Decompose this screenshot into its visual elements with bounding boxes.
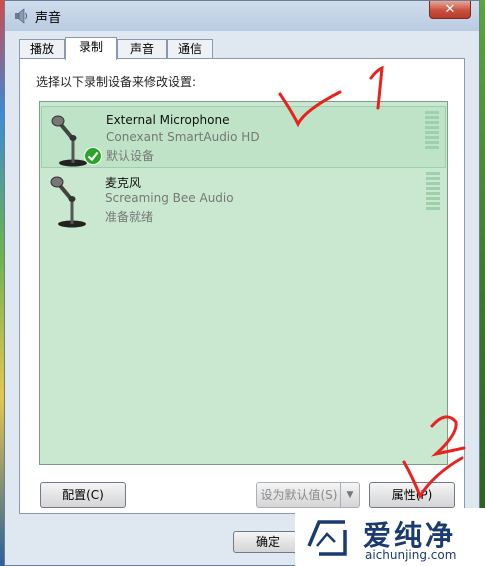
default-check-icon (84, 147, 102, 165)
microphone-icon (50, 176, 86, 228)
title-bar[interactable]: 声音 ✕ (5, 1, 479, 31)
device-item-external-microphone[interactable]: External Microphone Conexant SmartAudio … (41, 106, 446, 168)
device-name: 麦克风 (105, 176, 142, 190)
speaker-icon (15, 8, 27, 24)
device-driver: Screaming Bee Audio (105, 191, 234, 205)
device-driver: Conexant SmartAudio HD (106, 130, 260, 144)
configure-button[interactable]: 配置(C) (40, 482, 126, 508)
level-meter (426, 172, 440, 212)
watermark-url: aichunjing.com (365, 548, 457, 562)
device-item-microphone[interactable]: 麦克风 Screaming Bee Audio 准备就绪 (41, 168, 446, 230)
properties-button[interactable]: 属性(P) (369, 482, 455, 508)
set-default-button[interactable]: 设为默认值(S) ▼ (256, 482, 360, 508)
device-list[interactable]: External Microphone Conexant SmartAudio … (39, 101, 448, 465)
device-name: External Microphone (106, 113, 230, 127)
level-meter (425, 111, 439, 151)
sound-dialog: 声音 ✕ 播放 录制 声音 通信 选择以下录制设备来修改设置: External… (4, 0, 480, 566)
tab-recording[interactable]: 录制 (65, 37, 117, 60)
tab-playback[interactable]: 播放 (19, 39, 65, 59)
device-status: 准备就绪 (105, 210, 154, 224)
chevron-down-icon[interactable]: ▼ (340, 483, 359, 507)
brand-logo-icon (307, 520, 347, 556)
window-title: 声音 (35, 11, 62, 26)
tab-communications[interactable]: 通信 (167, 39, 213, 59)
tab-sounds[interactable]: 声音 (117, 39, 167, 59)
watermark: 爱纯净 aichunjing.com (295, 508, 485, 566)
set-default-label: 设为默认值(S) (260, 488, 338, 502)
close-button[interactable]: ✕ (429, 1, 471, 19)
instruction-text: 选择以下录制设备来修改设置: (36, 75, 197, 89)
recording-panel: 选择以下录制设备来修改设置: External Microphone Conex… (19, 58, 465, 514)
ok-button[interactable]: 确定 (233, 531, 303, 553)
device-status: 默认设备 (106, 149, 155, 163)
